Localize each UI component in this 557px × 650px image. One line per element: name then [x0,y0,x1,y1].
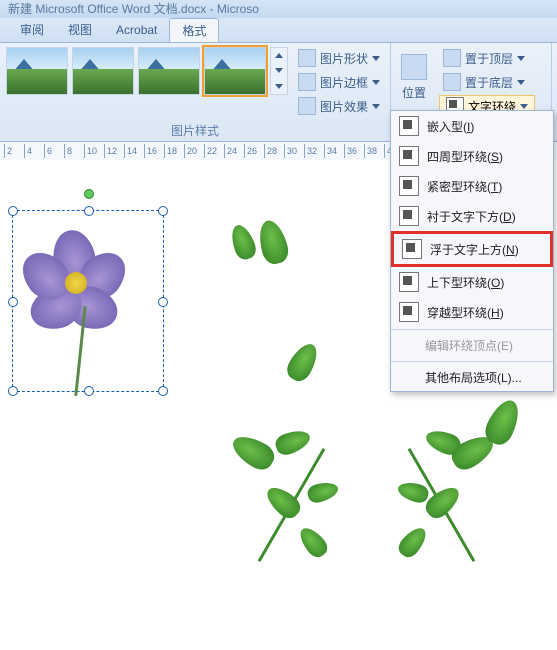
send-back-button[interactable]: 置于底层 [439,71,535,93]
tab-review[interactable]: 审阅 [8,18,56,42]
wrap-front-item[interactable]: 浮于文字上方(N) [391,231,553,267]
chevron-down-icon [372,56,380,61]
resize-handle[interactable] [8,386,18,396]
wrap-square-item[interactable]: 四周型环绕(S) [391,141,553,171]
picture-shape-button[interactable]: 图片形状 [294,47,384,69]
selected-image[interactable] [12,210,164,392]
resize-handle[interactable] [158,206,168,216]
wrap-behind-item[interactable]: 衬于文字下方(D) [391,201,553,231]
wrap-square-icon [399,146,419,166]
tab-format[interactable]: 格式 [169,18,219,42]
bring-front-button[interactable]: 置于顶层 [439,47,535,69]
wrap-topbottom-item[interactable]: 上下型环绕(O) [391,267,553,297]
group-label: 图片样式 [6,120,384,139]
shape-icon [298,49,316,67]
wrap-inline-icon [399,116,419,136]
rotate-handle[interactable] [84,189,94,199]
wrap-through-icon [399,302,419,322]
ribbon-tabs: 审阅 视图 Acrobat 格式 [0,18,557,43]
effects-icon [298,97,316,115]
wrap-through-item[interactable]: 穿越型环绕(H) [391,297,553,327]
window-title: 新建 Microsoft Office Word 文档.docx - Micro… [0,0,557,18]
resize-handle[interactable] [8,206,18,216]
chevron-up-icon [275,53,283,58]
edit-wrap-points-item: 编辑环绕顶点(E) [391,332,553,359]
chevron-down-icon [520,104,528,109]
style-thumb[interactable] [72,47,134,95]
wrap-front-icon [402,239,422,259]
more-layout-item[interactable]: 其他布局选项(L)... [391,364,553,391]
bring-front-icon [443,49,461,67]
style-thumb[interactable] [6,47,68,95]
wrap-topbottom-icon [399,272,419,292]
position-icon [401,54,427,80]
text-wrap-dropdown: 嵌入型(I) 四周型环绕(S) 紧密型环绕(T) 衬于文字下方(D) 浮于文字上… [390,110,554,392]
chevron-down-icon [372,104,380,109]
style-thumb[interactable] [138,47,200,95]
wrap-behind-icon [399,206,419,226]
position-button[interactable]: 位置 [397,47,431,107]
style-gallery [6,47,288,95]
separator [391,329,553,330]
chevron-down-icon [517,56,525,61]
style-thumb[interactable] [204,47,266,95]
chevron-down-icon [275,84,283,89]
wrap-inline-item[interactable]: 嵌入型(I) [391,111,553,141]
chevron-down-icon [372,80,380,85]
group-picture-styles: 图片形状 图片边框 图片效果 图片样式 [0,43,391,141]
tab-view[interactable]: 视图 [56,18,104,42]
separator [391,361,553,362]
chevron-down-icon [275,68,283,73]
tab-acrobat[interactable]: Acrobat [104,18,169,42]
picture-effects-button[interactable]: 图片效果 [294,95,384,117]
send-back-icon [443,73,461,91]
style-gallery-more[interactable] [270,47,288,95]
resize-handle[interactable] [8,297,18,307]
resize-handle[interactable] [84,386,94,396]
resize-handle[interactable] [158,297,168,307]
resize-handle[interactable] [158,386,168,396]
wrap-tight-item[interactable]: 紧密型环绕(T) [391,171,553,201]
resize-handle[interactable] [84,206,94,216]
border-icon [298,73,316,91]
wrap-tight-icon [399,176,419,196]
picture-border-button[interactable]: 图片边框 [294,71,384,93]
chevron-down-icon [517,80,525,85]
